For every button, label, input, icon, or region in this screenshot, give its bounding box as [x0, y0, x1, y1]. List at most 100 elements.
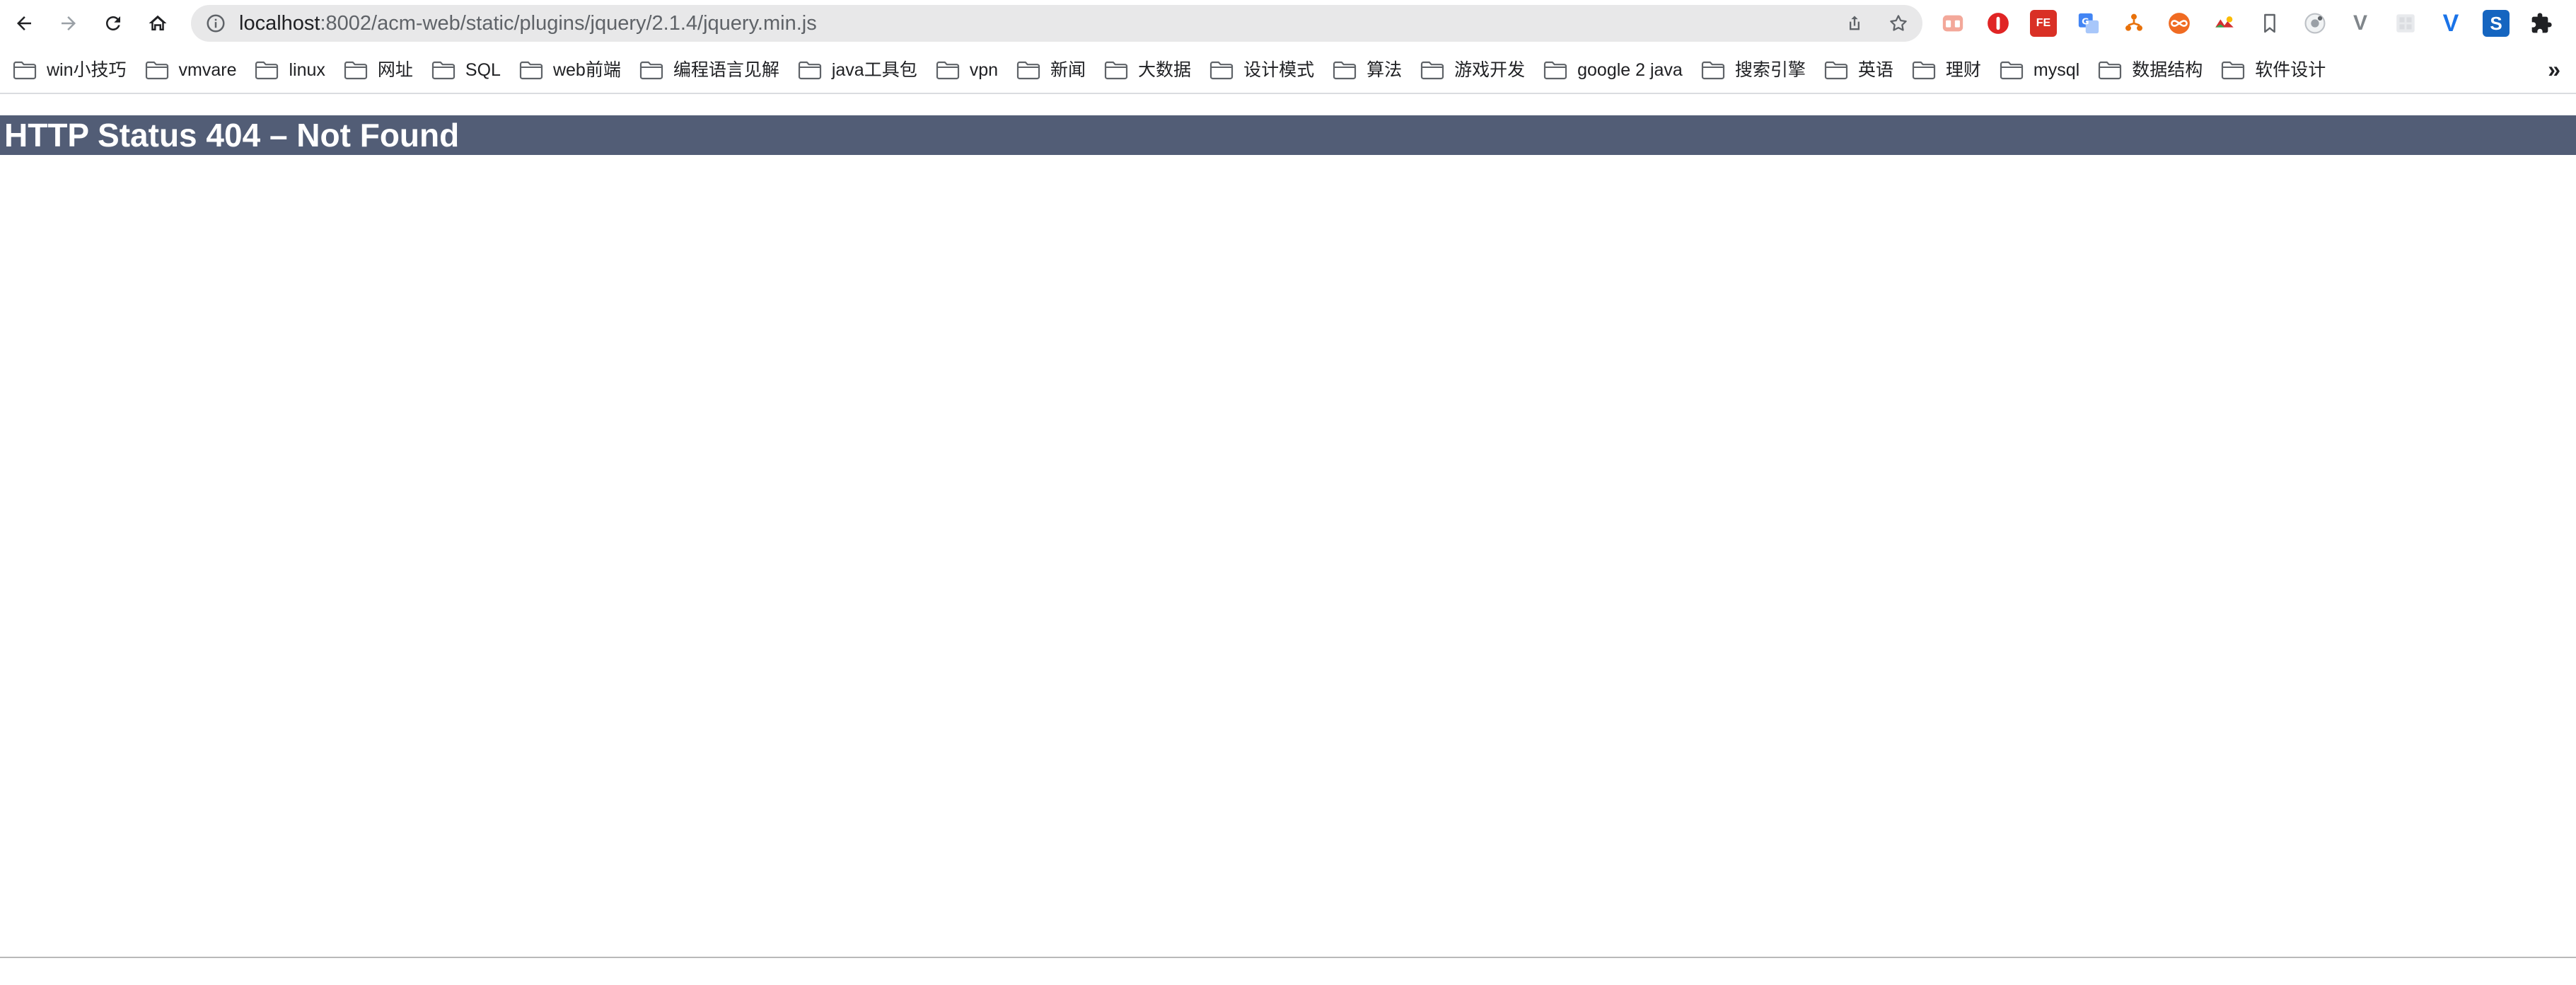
folder-icon [344, 61, 368, 80]
bookmark-folder[interactable]: 理财 [1909, 54, 1988, 86]
bookmark-folder-label: linux [289, 60, 325, 80]
bookmark-folder[interactable]: 英语 [1821, 54, 1901, 86]
folder-icon [798, 61, 821, 80]
forward-button[interactable] [52, 6, 86, 40]
extension-s-label: S [2490, 12, 2502, 34]
bookmark-folder-label: 搜索引擎 [1734, 60, 1806, 80]
extension-cookie-icon[interactable] [1939, 10, 1966, 37]
bookmark-folder[interactable]: 游戏开发 [1417, 54, 1532, 86]
back-button[interactable] [7, 6, 41, 40]
folder-icon [431, 61, 456, 80]
folder-icon [2222, 61, 2245, 80]
bookmark-folder[interactable]: vmvare [142, 54, 244, 86]
folder-icon [1824, 61, 1847, 80]
bookmark-folder[interactable]: win小技巧 [10, 54, 134, 86]
folder-icon [2000, 61, 2023, 80]
extension-tree-icon[interactable] [2120, 10, 2147, 37]
bookmark-folder-label: 英语 [1857, 60, 1893, 80]
bookmark-folder[interactable]: 新闻 [1014, 54, 1093, 86]
folder-icon [519, 61, 543, 80]
extension-v-label: V [2442, 9, 2459, 37]
share-button[interactable] [1843, 12, 1866, 35]
extension-s-icon[interactable]: S [2483, 10, 2510, 37]
bookmark-folder[interactable]: SQL [429, 54, 508, 86]
folder-icon [145, 61, 168, 80]
address-bar[interactable]: localhost:8002/acm-web/static/plugins/jq… [191, 5, 1922, 42]
bookmark-folder-label: 游戏开发 [1454, 60, 1526, 80]
bookmark-folder[interactable]: java工具包 [795, 54, 924, 86]
browser-window: localhost:8002/acm-web/static/plugins/jq… [0, 0, 2576, 985]
bookmark-star-icon [1890, 15, 1907, 31]
bookmark-folder[interactable]: 设计模式 [1207, 54, 1321, 86]
folder-icon [1912, 61, 1935, 80]
folder-icon [255, 61, 279, 80]
folder-icon [639, 61, 663, 80]
bookmarks-bar: win小技巧 vmvare linux 网址 SQL web前端 编程语言见解 java工具包… [0, 47, 2576, 94]
bookmark-folder-label: 编程语言见解 [673, 60, 779, 80]
extension-infinity-icon[interactable] [2166, 10, 2193, 37]
url-path: :8002/acm-web/static/plugins/jquery/2.1.… [320, 12, 817, 35]
home-button[interactable] [141, 6, 175, 40]
page-title: HTTP Status 404 – Not Found [0, 115, 2576, 155]
extension-color-icon[interactable] [2211, 10, 2238, 37]
svg-text:G: G [2082, 16, 2089, 27]
bookmark-folder-label: google 2 java [1577, 60, 1683, 80]
extension-fe-label: FE [2036, 17, 2051, 29]
extensions-puzzle-icon[interactable] [2528, 10, 2555, 37]
bookmark-folder[interactable]: 软件设计 [2218, 54, 2333, 86]
extension-grid-icon[interactable] [2392, 10, 2419, 37]
browser-toolbar: localhost:8002/acm-web/static/plugins/jq… [0, 0, 2576, 47]
bookmark-folder[interactable]: 数据结构 [2095, 54, 2210, 86]
bookmark-folder[interactable]: google 2 java [1541, 54, 1690, 86]
folder-icon [1209, 61, 1234, 80]
extension-translate-icon[interactable]: G [2075, 10, 2102, 37]
reload-button[interactable] [96, 6, 130, 40]
home-icon [149, 15, 167, 30]
bookmark-folder[interactable]: vpn [933, 54, 1005, 86]
bookmark-folder-label: 软件设计 [2255, 60, 2326, 80]
bookmark-folder-label: 设计模式 [1243, 60, 1315, 80]
reload-icon [106, 16, 120, 30]
bookmark-folder[interactable]: 大数据 [1101, 54, 1198, 86]
bookmarks-overflow-button[interactable]: » [2548, 57, 2560, 81]
info-icon[interactable] [205, 13, 226, 34]
extension-vue-icon[interactable]: V [2347, 10, 2374, 37]
folder-icon [1104, 61, 1128, 80]
page-content: HTTP Status 404 – Not Found [0, 94, 2576, 957]
bookmark-folder-label: SQL [465, 60, 501, 80]
extension-bookmark-icon[interactable] [2256, 10, 2283, 37]
bookmark-folder-label: 新闻 [1050, 60, 1086, 80]
folder-icon [1544, 61, 1567, 80]
folder-icon [1701, 61, 1724, 80]
extension-v-icon[interactable]: V [2437, 10, 2464, 37]
bookmark-folder-label: 算法 [1367, 60, 1403, 80]
bookmark-folder-label: 理财 [1945, 60, 1981, 80]
folder-icon [1420, 61, 1444, 80]
bookmark-folder[interactable]: mysql [1997, 54, 2087, 86]
bookmark-folder[interactable]: linux [252, 54, 332, 86]
folder-icon [1016, 61, 1040, 80]
extension-stop-icon[interactable] [1985, 10, 2012, 37]
back-arrow-icon [17, 16, 31, 30]
bookmark-folder-label: web前端 [552, 60, 621, 80]
share-icon [1850, 16, 1860, 30]
bookmark-folder[interactable]: web前端 [516, 54, 628, 86]
folder-icon [2099, 61, 2122, 80]
extension-vue-label: V [2352, 11, 2367, 35]
extension-fe-icon[interactable]: FE [2030, 10, 2057, 37]
bookmark-folder-label: vpn [969, 60, 999, 80]
extension-capture-icon[interactable] [2302, 10, 2328, 37]
window-bottom-divider [0, 957, 2576, 958]
url-host: localhost [239, 12, 320, 35]
folder-icon [936, 61, 959, 80]
bookmark-star-button[interactable] [1887, 12, 1910, 35]
folder-icon [1333, 61, 1357, 80]
bookmark-folder[interactable]: 编程语言见解 [637, 54, 787, 86]
bookmark-folder-label: vmvare [178, 60, 237, 80]
bookmarks-list: win小技巧 vmvare linux 网址 SQL web前端 编程语言见解 java工具包… [10, 47, 2341, 93]
bookmark-folder[interactable]: 算法 [1330, 54, 1409, 86]
url-text[interactable]: localhost:8002/acm-web/static/plugins/jq… [239, 5, 817, 42]
bookmark-folder[interactable]: 网址 [341, 54, 420, 86]
bookmark-folder-label: mysql [2033, 60, 2080, 80]
bookmark-folder[interactable]: 搜索引擎 [1698, 54, 1813, 86]
